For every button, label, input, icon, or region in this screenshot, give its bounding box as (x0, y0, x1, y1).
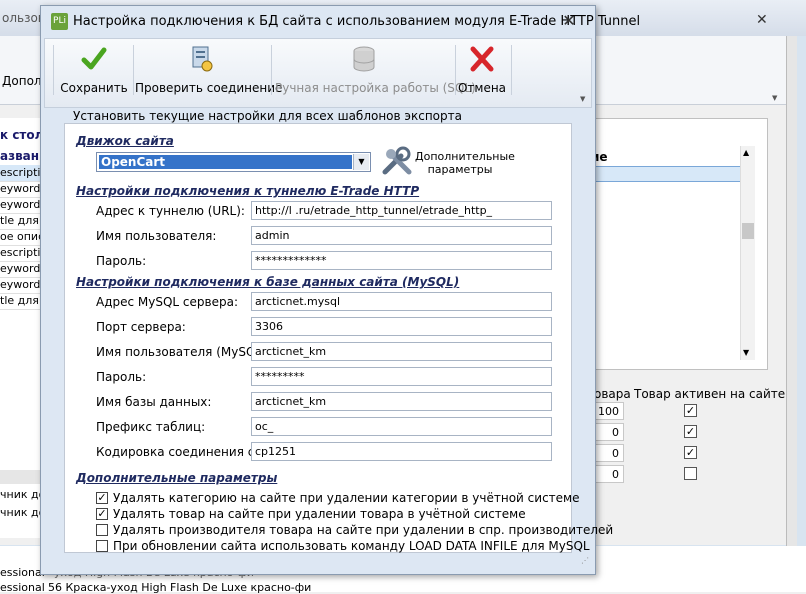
active-checkbox[interactable] (684, 467, 697, 480)
active-checkbox[interactable]: ✓ (684, 425, 697, 438)
mysql-prefix-label: Префикс таблиц: (96, 420, 206, 434)
mysql-server-field[interactable]: arcticnet.mysql (251, 292, 552, 311)
checkbox[interactable]: ✓ (96, 508, 108, 520)
dialog-body: Движок сайта OpenCart ▼ Дополнительные п… (64, 123, 613, 553)
mysql-server-label: Адрес MySQL сервера: (96, 295, 239, 309)
list-item[interactable]: eywords (0, 261, 40, 278)
mysql-password-field[interactable]: ********* (251, 367, 552, 386)
test-connection-icon (192, 46, 213, 72)
list-item[interactable]: escription (0, 245, 40, 262)
apply-all-templates-link[interactable]: Установить текущие настройки для всех ша… (73, 109, 462, 123)
left-list-scrollbar[interactable] (0, 470, 40, 484)
list-item[interactable]: tle для т (0, 293, 40, 310)
right-panel-scrollbar[interactable]: ▲ ▼ (740, 146, 755, 360)
cancel-button[interactable]: Отмена (457, 43, 507, 95)
list-item: 56 Краска-уход High Flash De Luxe красно… (48, 581, 312, 594)
table-cell-count[interactable]: 0 (592, 423, 624, 441)
toolbar-separator (511, 45, 512, 95)
scroll-down-icon[interactable]: ▼ (743, 348, 749, 357)
manual-sql-label: Ручная настройка работы (SQL) (275, 81, 476, 95)
mysql-user-field[interactable]: arcticnet_km (251, 342, 552, 361)
list-item: чник до (0, 488, 46, 501)
tunnel-url-field[interactable]: http://l .ru/etrade_http_tunnel/etrade_h… (251, 201, 552, 220)
extra-section-title: Дополнительные параметры (76, 471, 278, 485)
list-item[interactable]: tle для к (0, 213, 40, 230)
tunnel-user-label: Имя пользователя: (96, 229, 217, 243)
list-item[interactable]: eywords (0, 197, 40, 214)
list-item: essional (0, 581, 45, 594)
cancel-button-label: Отмена (457, 81, 507, 95)
scrollbar-thumb[interactable] (742, 223, 754, 239)
chevron-down-icon[interactable]: ▼ (353, 154, 369, 170)
active-checkbox[interactable]: ✓ (684, 404, 697, 417)
checkbox[interactable]: ✓ (96, 492, 108, 504)
tunnel-user-field[interactable]: admin (251, 226, 552, 245)
toolbar-overflow-icon[interactable]: ▼ (772, 94, 777, 102)
mysql-prefix-field[interactable]: oc_ (251, 417, 552, 436)
toolbar-grip (53, 45, 54, 95)
option-label: Удалять товар на сайте при удалении това… (113, 507, 526, 521)
list-item: essional (0, 566, 45, 579)
list-item[interactable]: eywords (0, 277, 40, 294)
engine-section-title: Движок сайта (76, 134, 174, 148)
tools-icon[interactable] (381, 146, 413, 176)
toolbar-overflow-icon[interactable]: ▼ (580, 95, 585, 103)
extra-params-button[interactable]: Дополнительные параметры (415, 150, 515, 176)
mysql-db-label: Имя базы данных: (96, 395, 212, 409)
dialog-title-bar[interactable]: PLi Настройка подключения к БД сайта с и… (41, 6, 640, 36)
background-scrollbar[interactable] (786, 36, 797, 546)
mysql-db-field[interactable]: arcticnet_km (251, 392, 552, 411)
background-toolbar-label[interactable]: Допол (2, 74, 42, 88)
right-panel-selected-row[interactable] (591, 166, 741, 182)
save-button[interactable]: Сохранить (59, 43, 129, 95)
background-right-table: овара Товар активен на сайте 100 ✓ 0 ✓ 0… (590, 386, 786, 496)
cancel-x-icon (470, 46, 494, 72)
mysql-port-field[interactable]: 3306 (251, 317, 552, 336)
mysql-user-label: Имя пользователя (MySQL): (96, 345, 271, 359)
engine-select[interactable]: OpenCart ▼ (96, 152, 371, 172)
mysql-section-title: Настройки подключения к базе данных сайт… (76, 275, 460, 289)
mysql-port-label: Порт сервера: (96, 320, 186, 334)
mysql-password-label: Пароль: (96, 370, 147, 384)
app-logo-icon: PLi (51, 13, 68, 30)
background-left-list: к столб азвани escription eywords eyword… (0, 118, 52, 538)
mysql-encoding-field[interactable]: cp1251 (251, 442, 552, 461)
scroll-up-icon[interactable]: ▲ (743, 148, 749, 157)
dialog-toolbar: Сохранить Проверить соединение Ручная на… (44, 38, 592, 108)
list-item[interactable]: eywords (0, 181, 40, 198)
toolbar-separator (133, 45, 134, 95)
toolbar-separator (271, 45, 272, 95)
checkmark-icon (81, 47, 107, 70)
dialog-title: Настройка подключения к БД сайта с испол… (73, 14, 641, 29)
tunnel-password-label: Пароль: (96, 254, 147, 268)
background-close-icon[interactable]: ✕ (756, 12, 768, 28)
table-cell-count[interactable]: 100 (592, 402, 624, 420)
table-cell-count[interactable]: 0 (592, 465, 624, 483)
list-item[interactable]: escription (0, 165, 40, 182)
active-checkbox[interactable]: ✓ (684, 446, 697, 459)
close-icon[interactable]: ✕ (559, 11, 579, 30)
list-item: чник до (0, 506, 46, 519)
option-label: Удалять категорию на сайте при удалении … (113, 491, 580, 505)
engine-select-value: OpenCart (99, 155, 352, 169)
database-icon (353, 46, 375, 72)
test-connection-button[interactable]: Проверить соединение (135, 43, 283, 95)
save-button-label: Сохранить (60, 81, 128, 95)
tunnel-url-label: Адрес к туннелю (URL): (96, 204, 245, 218)
table-header: Товар активен на сайте (634, 387, 786, 401)
checkbox[interactable] (96, 540, 108, 552)
checkbox[interactable] (96, 524, 108, 536)
settings-dialog: PLi Настройка подключения к БД сайта с и… (40, 5, 640, 575)
tunnel-section-title: Настройки подключения к туннелю E-Trade … (76, 184, 420, 198)
option-label: При обновлении сайта использовать команд… (113, 539, 590, 553)
resize-grip-icon[interactable]: ⋰ (581, 556, 589, 565)
table-header: овара (594, 387, 631, 401)
manual-sql-button[interactable]: Ручная настройка работы (SQL) (275, 43, 476, 95)
list-item[interactable]: ое описа (0, 229, 40, 246)
table-cell-count[interactable]: 0 (592, 444, 624, 462)
test-connection-label: Проверить соединение (135, 81, 283, 95)
toolbar-separator (455, 45, 456, 95)
tunnel-password-field[interactable]: ************* (251, 251, 552, 270)
option-label: Удалять производителя товара на сайте пр… (113, 523, 614, 537)
